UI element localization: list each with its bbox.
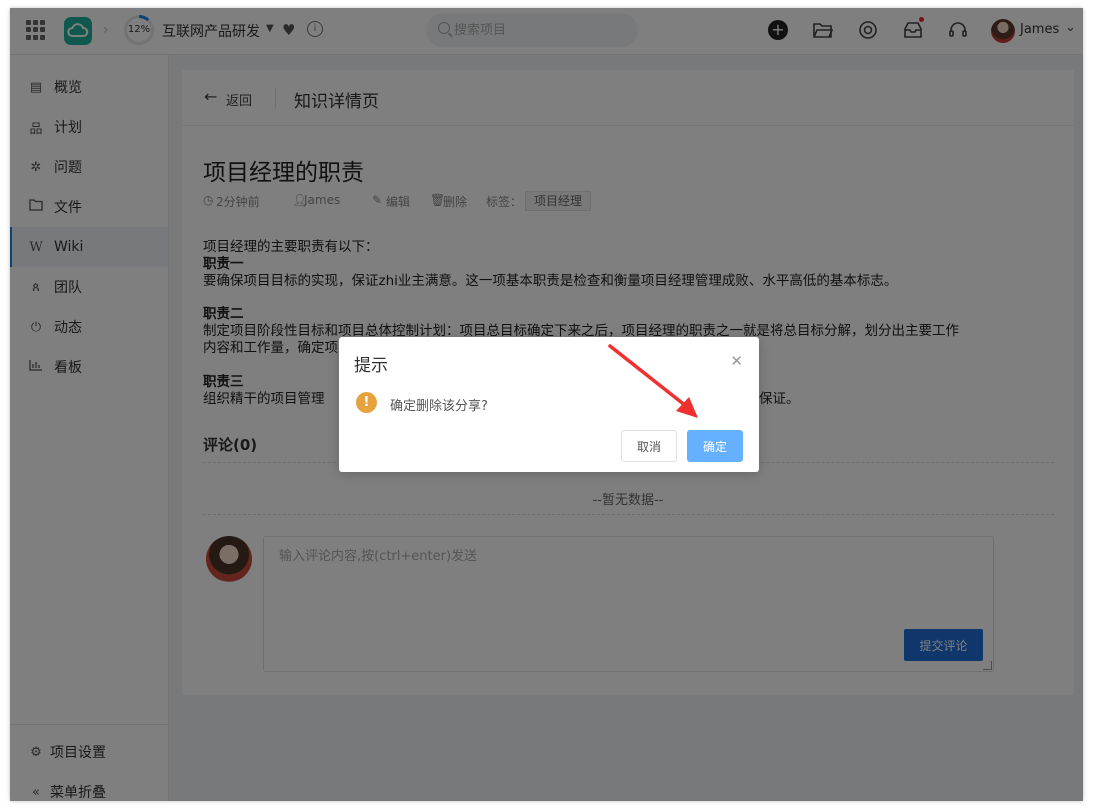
close-icon[interactable]: ✕ [730, 352, 743, 370]
dialog-title: 提示 [354, 356, 388, 376]
warning-icon: ! [356, 392, 377, 413]
dialog-message: 确定删除该分享? [390, 399, 488, 414]
annotation-arrow-icon [608, 344, 698, 418]
cancel-button[interactable]: 取消 [621, 430, 677, 462]
confirm-button[interactable]: 确定 [687, 430, 743, 462]
